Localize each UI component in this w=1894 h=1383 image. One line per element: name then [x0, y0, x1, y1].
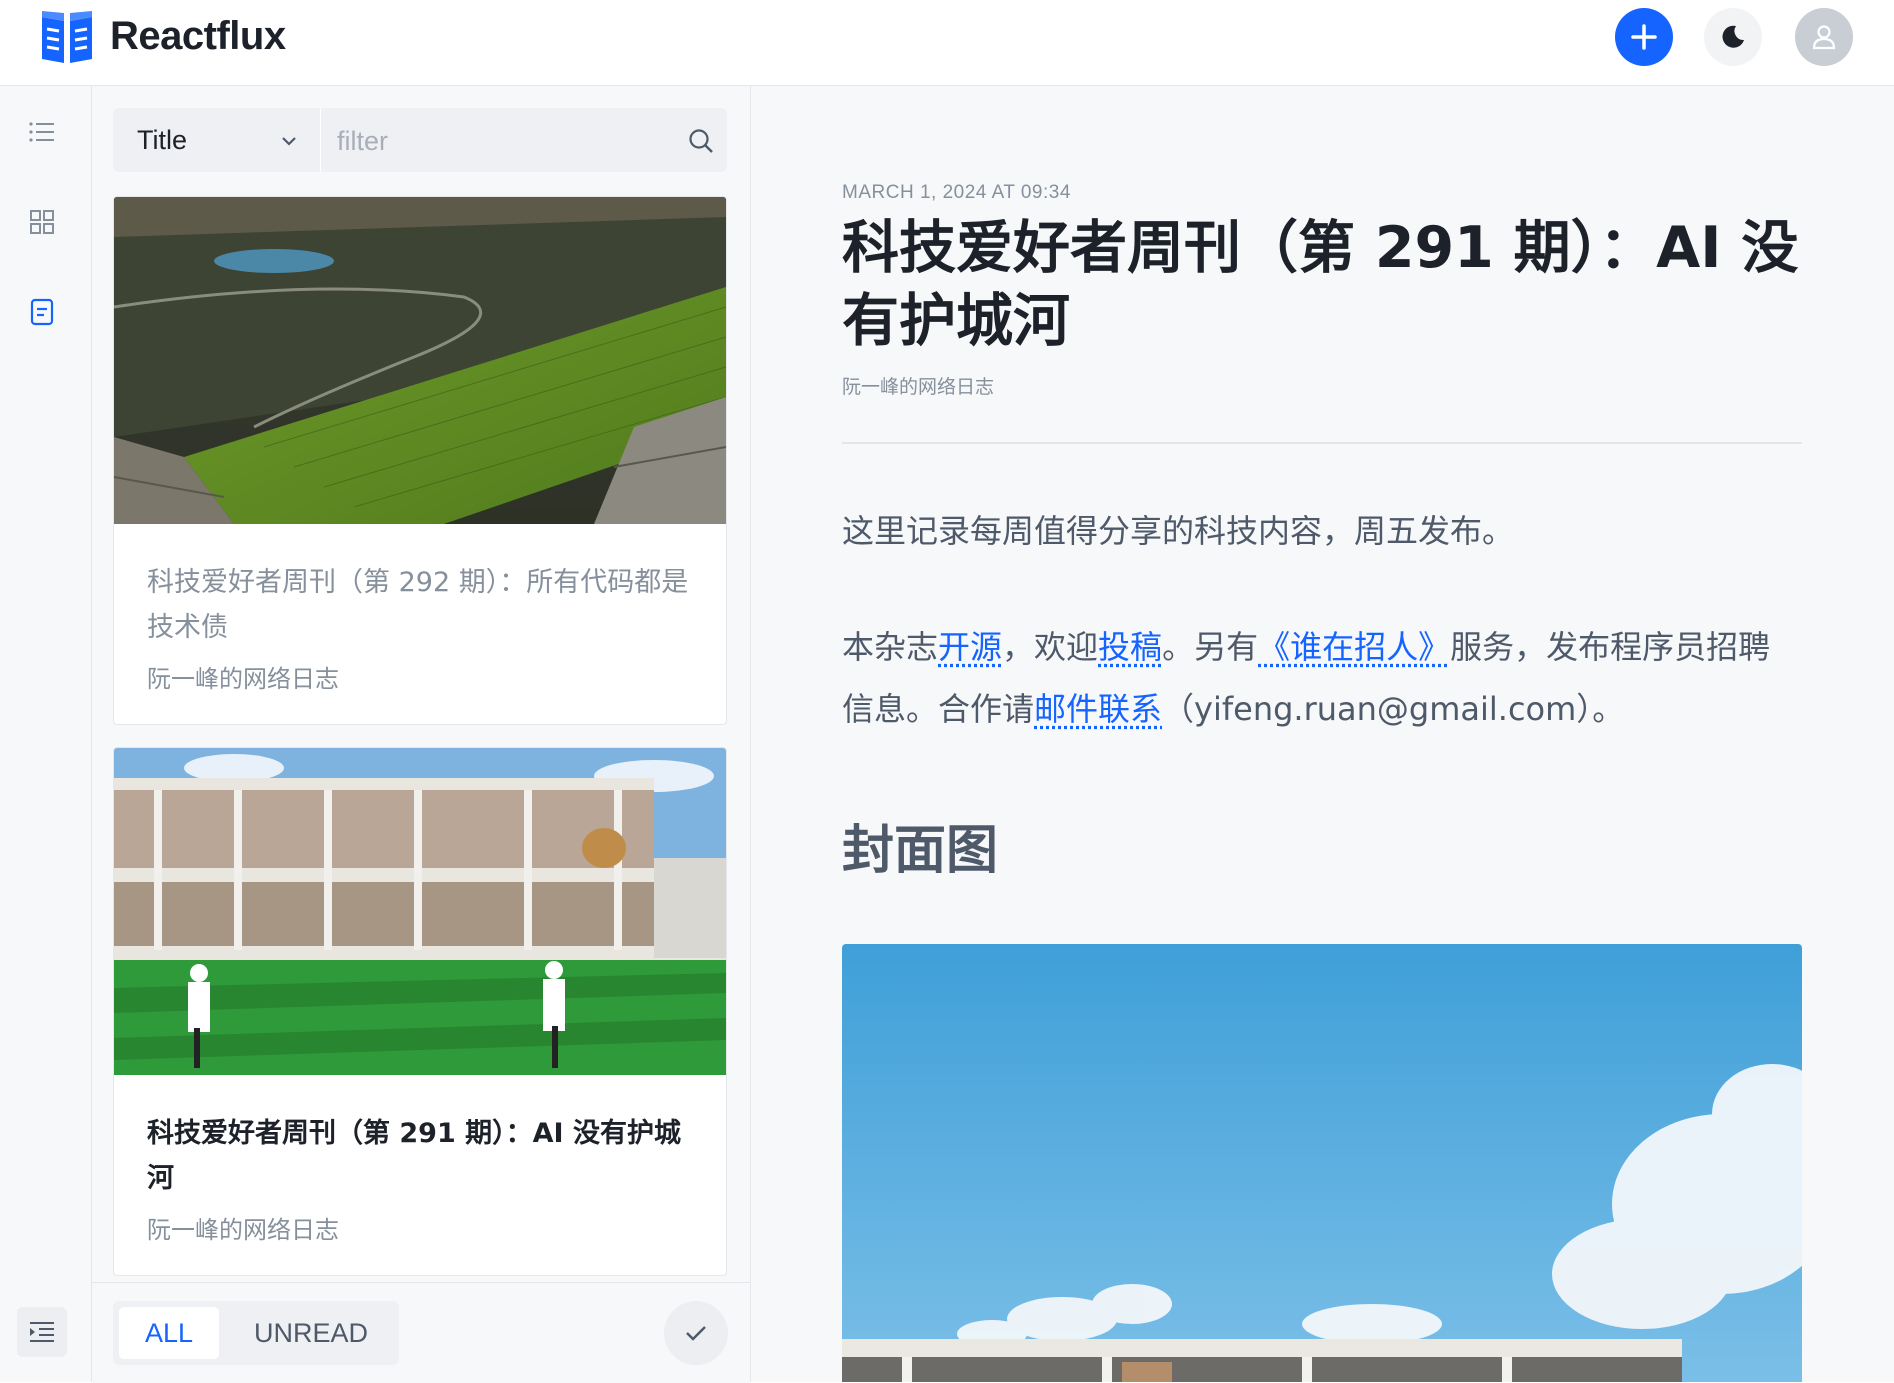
search-input[interactable]	[335, 120, 659, 162]
search-icon[interactable]	[688, 128, 714, 154]
article-cover-image	[114, 748, 726, 1075]
paragraph-text: 。另有	[1162, 628, 1259, 666]
nav-rail	[0, 86, 92, 1382]
book-logo-icon	[42, 11, 92, 63]
search-field-label: Title	[137, 124, 188, 155]
moon-icon	[1722, 25, 1744, 48]
email-link[interactable]: 邮件联系	[1034, 690, 1162, 728]
hiring-link[interactable]: 《谁在招人》	[1258, 628, 1450, 666]
article-paragraph: 本杂志开源，欢迎投稿。另有《谁在招人》服务，发布程序员招聘信息。合作请邮件联系（…	[842, 616, 1802, 740]
filter-segmented-control: ALL UNREAD	[113, 1301, 399, 1365]
user-avatar-button[interactable]	[1795, 8, 1853, 66]
grid-icon	[30, 210, 54, 234]
paragraph-text: （yifeng.ruan@gmail.com）。	[1162, 690, 1625, 728]
nav-article-view[interactable]	[20, 290, 64, 334]
divider	[842, 442, 1802, 444]
article-card[interactable]: 科技爱好者周刊（第 291 期）：AI 没有护城河 阮一峰的网络日志	[113, 747, 727, 1276]
collapse-sidebar-button[interactable]	[17, 1307, 67, 1357]
paragraph-text: ，欢迎	[1002, 628, 1099, 666]
article-reader: MARCH 1, 2024 AT 09:34 科技爱好者周刊（第 291 期）：…	[751, 86, 1894, 1382]
article-card-source: 阮一峰的网络日志	[147, 1216, 339, 1244]
search-field-select[interactable]: Title	[113, 108, 321, 172]
article-date: MARCH 1, 2024 AT 09:34	[842, 182, 1071, 203]
nav-grid-view[interactable]	[20, 200, 64, 244]
article-card-source: 阮一峰的网络日志	[147, 665, 339, 693]
plus-icon	[1631, 24, 1657, 50]
list-icon	[29, 122, 54, 142]
filter-all-tab[interactable]: ALL	[119, 1307, 219, 1359]
article-icon	[30, 298, 54, 326]
submit-link[interactable]: 投稿	[1098, 628, 1162, 666]
open-source-link[interactable]: 开源	[938, 628, 1002, 666]
article-cover-image	[842, 944, 1802, 1382]
paragraph-text: 本杂志	[842, 628, 939, 666]
chevron-down-icon	[282, 137, 296, 146]
article-title: 科技爱好者周刊（第 291 期）：AI 没有护城河	[842, 215, 1799, 354]
article-card-title: 科技爱好者周刊（第 291 期）：AI 没有护城河	[147, 1118, 682, 1194]
user-icon	[1812, 25, 1836, 50]
filter-unread-tab[interactable]: UNREAD	[231, 1307, 391, 1359]
theme-toggle-button[interactable]	[1704, 8, 1762, 66]
article-card[interactable]: 科技爱好者周刊（第 292 期）：所有代码都是技术债 阮一峰的网络日志	[113, 196, 727, 725]
list-footer: ALL UNREAD	[92, 1282, 750, 1383]
article-card-title: 科技爱好者周刊（第 292 期）：所有代码都是技术债	[147, 567, 689, 643]
nav-list-view[interactable]	[20, 110, 64, 154]
check-icon	[686, 1326, 706, 1341]
mark-all-read-button[interactable]	[664, 1301, 728, 1365]
indent-icon	[30, 1322, 54, 1342]
section-heading: 封面图	[842, 821, 999, 881]
article-author[interactable]: 阮一峰的网络日志	[842, 372, 994, 399]
app-title: Reactflux	[110, 14, 286, 58]
search-bar: Title	[113, 108, 727, 172]
app-header: Reactflux	[0, 0, 1894, 86]
article-paragraph: 这里记录每周值得分享的科技内容，周五发布。	[842, 512, 1515, 550]
article-list-panel: Title filter 科技爱好者周刊（第 292 期）：所有代码都是技术债 …	[92, 86, 751, 1383]
article-cover-image	[114, 197, 726, 524]
add-feed-button[interactable]	[1615, 8, 1673, 66]
